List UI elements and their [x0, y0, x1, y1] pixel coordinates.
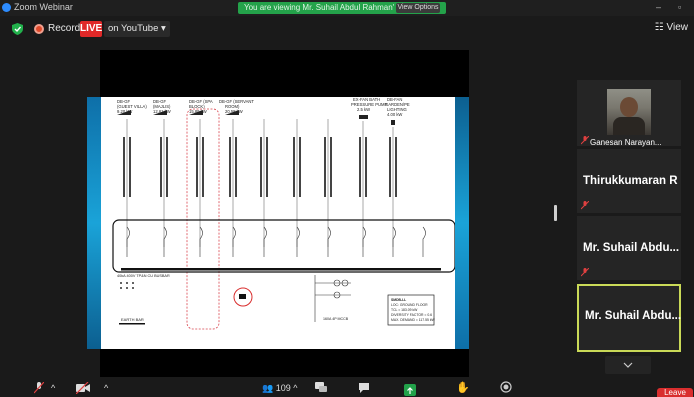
- document-border-left: [87, 97, 101, 349]
- live-stream-dropdown[interactable]: on YouTube ▾: [104, 21, 170, 37]
- more-circle-icon: [500, 381, 512, 393]
- feeder-label-6: DB-FAN GARDEN/PE LIGHTING 4.00 kW: [385, 97, 410, 117]
- audio-options-chevron-icon[interactable]: ^: [51, 383, 55, 393]
- participant-count: 109: [275, 383, 291, 393]
- person-body: [613, 117, 645, 135]
- document-border-right: [455, 97, 469, 349]
- earth-bar-label: EARTH BAR: [121, 317, 144, 322]
- chevron-down-icon: [623, 362, 633, 368]
- grid-view-icon: ☷: [654, 22, 667, 33]
- single-line-diagram: DB-GF (GUEST VILLA) 9.20 kW DB-GF (MAJLIS) 1…: [112, 97, 455, 330]
- zoom-logo-icon: [2, 3, 11, 12]
- participant-video: [607, 89, 651, 135]
- view-options-button[interactable]: View Options: [396, 3, 440, 13]
- participant-tile-3[interactable]: Mr. Suhail Abdu...: [577, 216, 681, 280]
- participants-icon: 👥: [262, 383, 276, 393]
- scroll-participants-down-button[interactable]: [605, 356, 651, 374]
- video-off-icon[interactable]: [76, 382, 90, 394]
- participant-tile-2[interactable]: Thirukkumaran R: [577, 149, 681, 213]
- feeder-label-5: EX-FAN BATH PRESSURE PUMP 2.5 kW: [351, 97, 388, 112]
- share-arrow-up-icon: [407, 387, 413, 394]
- meeting-toolbar: ^ ^ 👥 109 ^ ✋: [0, 381, 694, 397]
- muted-mic-icon: [581, 136, 589, 145]
- live-badge[interactable]: LIVE: [80, 21, 102, 37]
- recording-dot-icon: [34, 24, 44, 34]
- window-title: Zoom Webinar: [14, 2, 73, 12]
- mic-muted-icon[interactable]: [34, 382, 44, 394]
- view-button[interactable]: ☷ View: [655, 22, 688, 33]
- muted-mic-icon: [581, 268, 589, 277]
- leave-button[interactable]: Leave: [657, 388, 693, 397]
- participants-button[interactable]: 👥 109 ^: [262, 383, 297, 394]
- feeder-label-1: DB-GF (GUEST VILLA) 9.20 kW: [117, 99, 147, 114]
- title-bar: Zoom Webinar You are viewing Mr. Suhail …: [0, 0, 694, 16]
- participant-name-3: Mr. Suhail Abdu...: [583, 242, 680, 254]
- participant-name-1: Ganesan Narayan...: [590, 138, 662, 147]
- participant-name-2: Thirukkumaran R: [583, 175, 678, 187]
- feeder-label-2: DB-GF (MAJLIS) 12.61 kW: [153, 99, 171, 114]
- maximize-icon[interactable]: ▫: [678, 2, 681, 12]
- meeting-header: Recording LIVE on YouTube ▾ ☷ View: [0, 18, 694, 40]
- security-shield-icon[interactable]: [12, 23, 23, 35]
- muted-mic-icon: [581, 201, 589, 210]
- video-options-chevron-icon[interactable]: ^: [104, 383, 108, 393]
- panel-resize-handle[interactable]: [554, 205, 557, 221]
- participant-tile-4-active-speaker[interactable]: Mr. Suhail Abdu...: [577, 284, 681, 352]
- breaker-label: 160A 4P MCCB: [323, 317, 349, 321]
- share-banner-text: You are viewing Mr. Suhail Abdul Rahman'…: [244, 3, 394, 12]
- participant-tile-1[interactable]: Ganesan Narayan...: [577, 80, 681, 147]
- share-banner: You are viewing Mr. Suhail Abdul Rahman'…: [238, 2, 446, 14]
- share-screen-button[interactable]: [404, 384, 416, 396]
- view-button-label: View: [666, 22, 689, 33]
- q-and-a-icon[interactable]: [315, 382, 327, 394]
- raise-hand-icon[interactable]: ✋: [456, 381, 470, 394]
- person-face: [620, 97, 638, 117]
- zoom-window: Zoom Webinar You are viewing Mr. Suhail …: [0, 0, 694, 397]
- minimize-icon[interactable]: –: [656, 2, 661, 12]
- busbar-note: 40kA 400V TP&N CU BUSBAR: [117, 274, 170, 278]
- more-button[interactable]: [500, 381, 512, 395]
- participant-name-4: Mr. Suhail Abdu...: [585, 310, 682, 322]
- chat-icon[interactable]: [358, 382, 370, 394]
